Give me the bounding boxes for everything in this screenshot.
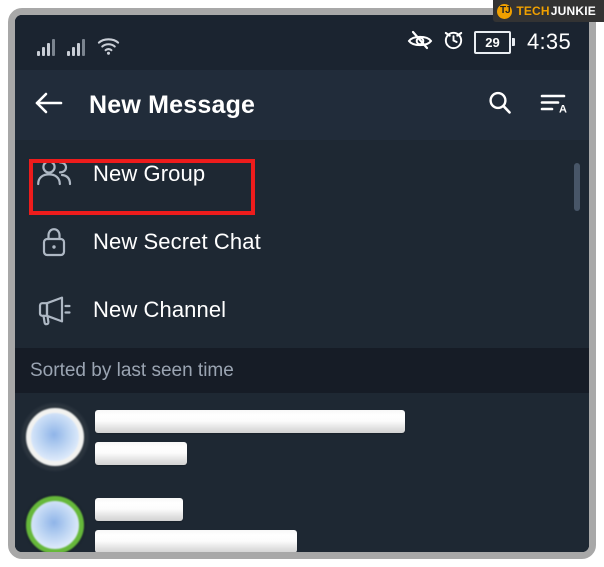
new-message-menu: New Group New Secret Chat New Channel: [15, 140, 589, 348]
contact-text: [95, 497, 589, 552]
menu-item-new-channel[interactable]: New Channel: [15, 276, 589, 344]
sort-section-label: Sorted by last seen time: [30, 359, 234, 381]
svg-text:A: A: [559, 103, 567, 115]
sort-section-header: Sorted by last seen time: [15, 348, 589, 393]
redacted-contact-status: [95, 529, 297, 552]
redacted-contact-status: [95, 441, 187, 465]
sort-button[interactable]: A: [527, 70, 581, 140]
list-item[interactable]: [15, 481, 589, 552]
scrollbar-thumb[interactable]: [574, 163, 580, 211]
signal-bars-icon: [37, 36, 55, 56]
avatar-wrap: [15, 496, 95, 552]
menu-item-label: New Group: [93, 161, 206, 186]
wifi-icon: [97, 36, 120, 56]
status-bar: 29 4:35: [15, 15, 589, 70]
app-header: New Message A: [15, 70, 589, 140]
menu-item-new-group[interactable]: New Group: [15, 140, 589, 215]
search-button[interactable]: [473, 70, 527, 140]
watermark-junkie-label: JUNKIE: [550, 4, 596, 18]
techjunkie-logo-icon: TJ: [497, 3, 513, 19]
contact-text: [95, 409, 589, 465]
avatar: [26, 408, 84, 466]
search-icon: [486, 89, 514, 122]
alarm-clock-icon: [442, 28, 465, 56]
status-bar-right-icons: 29 4:35: [407, 23, 571, 61]
signal-bars-icon: [67, 36, 85, 56]
contact-list: [15, 393, 589, 552]
battery-level-label: 29: [473, 30, 511, 54]
device-frame: 29 4:35 New Message A New Group New Secr…: [8, 8, 596, 559]
back-arrow-icon: [34, 90, 64, 121]
avatar-wrap: [15, 408, 95, 466]
lock-icon: [15, 225, 93, 259]
people-group-icon: [15, 158, 93, 190]
menu-item-new-secret-chat[interactable]: New Secret Chat: [15, 208, 589, 276]
back-button[interactable]: [23, 70, 75, 140]
redacted-contact-name: [95, 409, 405, 433]
status-bar-left-icons: [37, 28, 120, 56]
phone-screen: 29 4:35 New Message A New Group New Secr…: [15, 15, 589, 552]
list-item[interactable]: [15, 393, 589, 481]
watermark-tech-label: TECH: [516, 4, 550, 18]
megaphone-icon: [15, 294, 93, 326]
techjunkie-watermark: TJ TECH JUNKIE: [493, 0, 604, 22]
eye-slash-icon: [407, 29, 433, 56]
sort-alphabetically-icon: A: [539, 90, 569, 121]
redacted-contact-name: [95, 497, 183, 521]
avatar: [26, 496, 84, 552]
page-title: New Message: [89, 90, 256, 119]
menu-item-label: New Channel: [93, 297, 227, 322]
battery-icon: 29: [473, 30, 515, 54]
status-bar-clock: 4:35: [526, 29, 571, 54]
menu-item-label: New Secret Chat: [93, 229, 261, 254]
